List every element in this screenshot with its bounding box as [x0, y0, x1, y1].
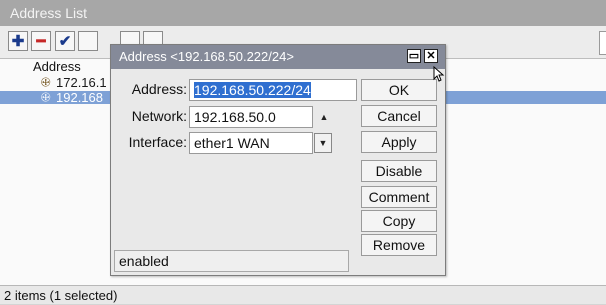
find-field[interactable]	[599, 31, 606, 55]
add-button[interactable]: ✚	[8, 31, 28, 51]
restore-icon[interactable]: ▭	[407, 49, 421, 63]
plus-icon: ✚	[11, 33, 25, 50]
check-icon: ✔	[58, 33, 72, 50]
address-icon: 🕀	[41, 75, 51, 89]
address-field[interactable]: 192.168.50.222/24	[189, 79, 357, 101]
address-dialog: Address <192.168.50.222/24> ▭ ✕ Address:…	[110, 44, 446, 276]
status-bar: 2 items (1 selected)	[0, 285, 606, 304]
copy-button[interactable]: Copy	[361, 210, 437, 232]
address-value: 192.168.50.222/24	[194, 82, 311, 98]
mouse-cursor-icon	[433, 66, 445, 82]
apply-button[interactable]: Apply	[361, 131, 437, 153]
cancel-button[interactable]: Cancel	[361, 105, 437, 127]
close-icon[interactable]: ✕	[424, 49, 438, 63]
remove-button[interactable]: Remove	[361, 234, 437, 256]
dialog-status: enabled	[114, 250, 349, 272]
row-address: 172.16.1	[56, 75, 107, 90]
minus-icon: ━	[36, 33, 46, 50]
network-label: Network:	[131, 108, 187, 124]
dialog-title: Address <192.168.50.222/24>	[111, 45, 445, 69]
disable-button[interactable]	[78, 31, 98, 51]
interface-label: Interface:	[128, 134, 187, 150]
row-address: 192.168	[56, 90, 103, 105]
comment-button[interactable]: Comment	[361, 186, 437, 208]
address-label: Address:	[131, 81, 187, 97]
dropdown-arrow-icon[interactable]: ▼	[314, 133, 332, 153]
ok-button[interactable]: OK	[361, 79, 437, 101]
enable-button[interactable]: ✔	[55, 31, 75, 51]
window-title: Address List	[0, 0, 606, 26]
remove-button[interactable]: ━	[31, 31, 51, 51]
disable-button[interactable]: Disable	[361, 160, 437, 182]
collapse-up-icon[interactable]: ▲	[315, 107, 333, 127]
network-field[interactable]: 192.168.50.0	[189, 106, 313, 128]
interface-select[interactable]: ether1 WAN	[189, 132, 313, 154]
address-icon: 🕀	[41, 90, 51, 104]
